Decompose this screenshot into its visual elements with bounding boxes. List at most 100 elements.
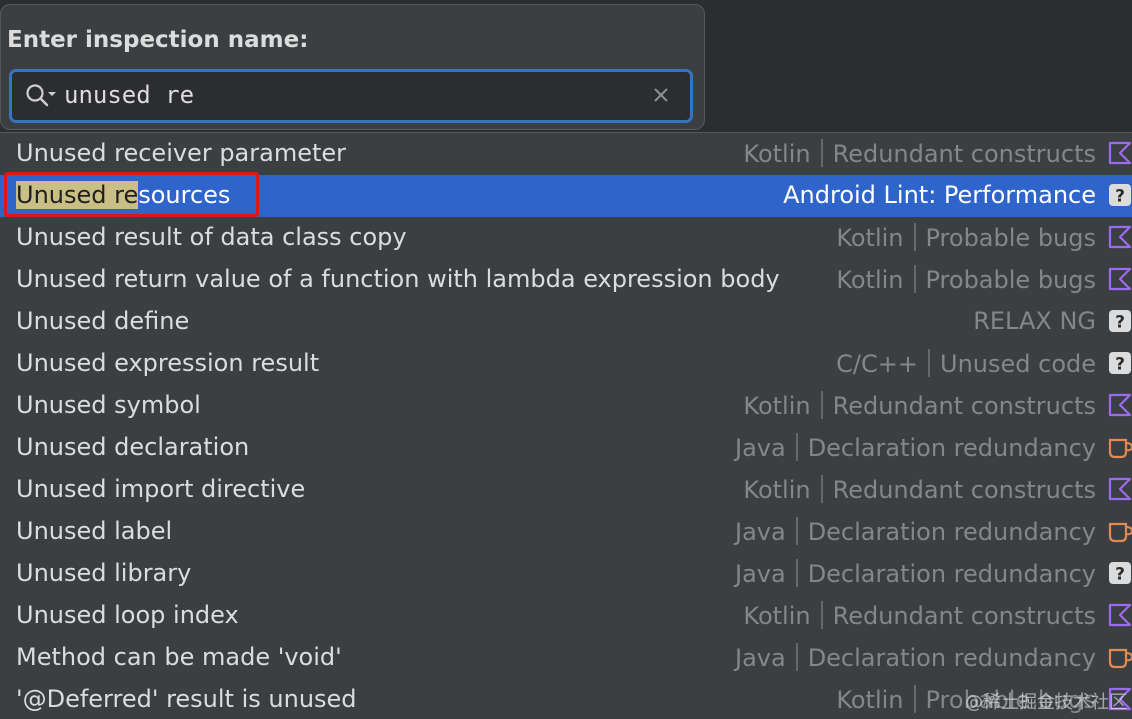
kotlin-icon	[1107, 140, 1132, 166]
inspection-name: Unused result of data class copy	[16, 223, 407, 251]
svg-text:?: ?	[1115, 187, 1125, 207]
inspection-name: Unused label	[16, 517, 173, 545]
inspection-name: Unused loop index	[16, 601, 239, 629]
java-icon	[1107, 434, 1132, 460]
list-item[interactable]: Unused symbol Kotlin Redundant constructs	[0, 385, 1132, 427]
separator	[913, 685, 916, 713]
language-label: Kotlin	[836, 266, 904, 294]
separator	[820, 391, 823, 419]
language-label: Java	[734, 644, 786, 672]
inspection-name: Method can be made 'void'	[16, 643, 342, 671]
inspection-name: Unused expression result	[16, 349, 320, 377]
popup-title: Enter inspection name:	[7, 27, 309, 53]
svg-text:?: ?	[1115, 355, 1125, 375]
list-item[interactable]: Unused result of data class copy Kotlin Pr…	[0, 217, 1132, 259]
language-label: Kotlin	[743, 140, 811, 168]
inspection-category: Kotlin Redundant constructs	[743, 139, 1096, 168]
language-label: Java	[734, 560, 786, 588]
inspection-name: Unused declaration	[16, 433, 250, 461]
inspection-name: Unused import directive	[16, 475, 306, 503]
inspection-category: C/C++ Unused code	[836, 349, 1096, 378]
list-item[interactable]: '@Deferred' result is unused Kotlin Probab…	[0, 679, 1132, 719]
inspection-category: Java Declaration redundancy	[735, 433, 1096, 462]
inspection-category: Kotlin Redundant constructs	[743, 601, 1096, 630]
java-icon	[1107, 644, 1132, 670]
language-label: Java	[734, 518, 786, 546]
svg-text:?: ?	[1115, 313, 1125, 333]
kotlin-icon	[1107, 392, 1132, 418]
separator	[795, 643, 798, 671]
kotlin-icon	[1107, 476, 1132, 502]
question-icon: ?	[1107, 560, 1132, 586]
category-label: Android Lint: Performance	[783, 181, 1096, 209]
list-item[interactable]: Unused import directive Kotlin Redundant c…	[0, 469, 1132, 511]
list-item[interactable]: Unused expression result C/C++ Unused code…	[0, 343, 1132, 385]
category-label: RELAX NG	[973, 307, 1096, 335]
search-field[interactable]: unused re	[9, 69, 693, 123]
list-item[interactable]: Unused loop index Kotlin Redundant constru…	[0, 595, 1132, 637]
language-label: Kotlin	[743, 602, 811, 630]
list-item[interactable]: Unused define RELAX NG?	[0, 301, 1132, 343]
list-item[interactable]: Unused library Java Declaration redundancy…	[0, 553, 1132, 595]
annotation-highlight-box	[4, 172, 259, 217]
inspection-category: RELAX NG	[973, 307, 1096, 335]
separator	[820, 475, 823, 503]
list-item[interactable]: Unused return value of a function with l…	[0, 259, 1132, 301]
category-label: Redundant constructs	[832, 140, 1096, 168]
kotlin-icon	[1107, 266, 1132, 292]
kotlin-icon	[1107, 602, 1132, 628]
category-label: Redundant constructs	[832, 392, 1096, 420]
inspection-results-list: Unused receiver parameter Kotlin Redundant…	[0, 132, 1132, 719]
inspection-name: Unused library	[16, 559, 192, 587]
svg-text:?: ?	[1115, 565, 1125, 585]
inspection-name: Unused return value of a function with l…	[16, 265, 780, 293]
language-label: C/C++	[836, 350, 918, 378]
separator	[913, 223, 916, 251]
search-icon[interactable]	[25, 83, 59, 109]
language-label: Kotlin	[743, 392, 811, 420]
list-item[interactable]: Unused receiver parameter Kotlin Redundant…	[0, 133, 1132, 175]
inspection-category: Kotlin Probable bugs	[836, 223, 1096, 252]
separator	[795, 517, 798, 545]
category-label: Redundant constructs	[832, 476, 1096, 504]
category-label: Probable bugs	[925, 266, 1097, 294]
inspection-name: Unused symbol	[16, 391, 201, 419]
search-input[interactable]: unused re	[64, 81, 194, 109]
category-label: Declaration redundancy	[807, 518, 1096, 546]
close-icon[interactable]	[652, 86, 670, 104]
inspection-category: Java Declaration redundancy	[735, 517, 1096, 546]
language-label: Kotlin	[836, 686, 904, 714]
kotlin-icon	[1107, 224, 1132, 250]
inspection-category: Java Declaration redundancy	[735, 643, 1096, 672]
inspection-name: Unused receiver parameter	[16, 139, 347, 167]
question-icon: ?	[1107, 182, 1132, 208]
list-item[interactable]: Unused declaration Java Declaration redund…	[0, 427, 1132, 469]
inspection-search-popup: Enter inspection name: unused re	[0, 4, 705, 130]
java-icon	[1107, 518, 1132, 544]
category-label: Declaration redundancy	[807, 644, 1096, 672]
category-label: Declaration redundancy	[807, 560, 1096, 588]
separator	[795, 433, 798, 461]
separator	[820, 139, 823, 167]
separator	[795, 559, 798, 587]
category-label: Redundant constructs	[832, 602, 1096, 630]
inspection-category: Kotlin Probable bugs	[836, 265, 1096, 294]
category-label: Unused code	[940, 350, 1096, 378]
inspection-category: Android Lint: Performance	[783, 181, 1096, 209]
inspection-name: '@Deferred' result is unused	[16, 685, 357, 713]
list-item[interactable]: Unused label Java Declaration redundancy	[0, 511, 1132, 553]
separator	[928, 349, 930, 377]
category-label: Probable bugs	[925, 224, 1097, 252]
separator	[820, 601, 823, 629]
language-label: Kotlin	[836, 224, 904, 252]
question-icon: ?	[1107, 308, 1132, 334]
inspection-category: Java Declaration redundancy	[735, 559, 1096, 588]
category-label: Declaration redundancy	[807, 434, 1096, 462]
separator	[913, 265, 916, 293]
question-icon: ?	[1107, 350, 1132, 376]
language-label: Kotlin	[743, 476, 811, 504]
inspection-name: Unused define	[16, 307, 190, 335]
language-label: Java	[734, 434, 786, 462]
inspection-category: Kotlin Redundant constructs	[743, 391, 1096, 420]
list-item[interactable]: Method can be made 'void' Java Declaration…	[0, 637, 1132, 679]
